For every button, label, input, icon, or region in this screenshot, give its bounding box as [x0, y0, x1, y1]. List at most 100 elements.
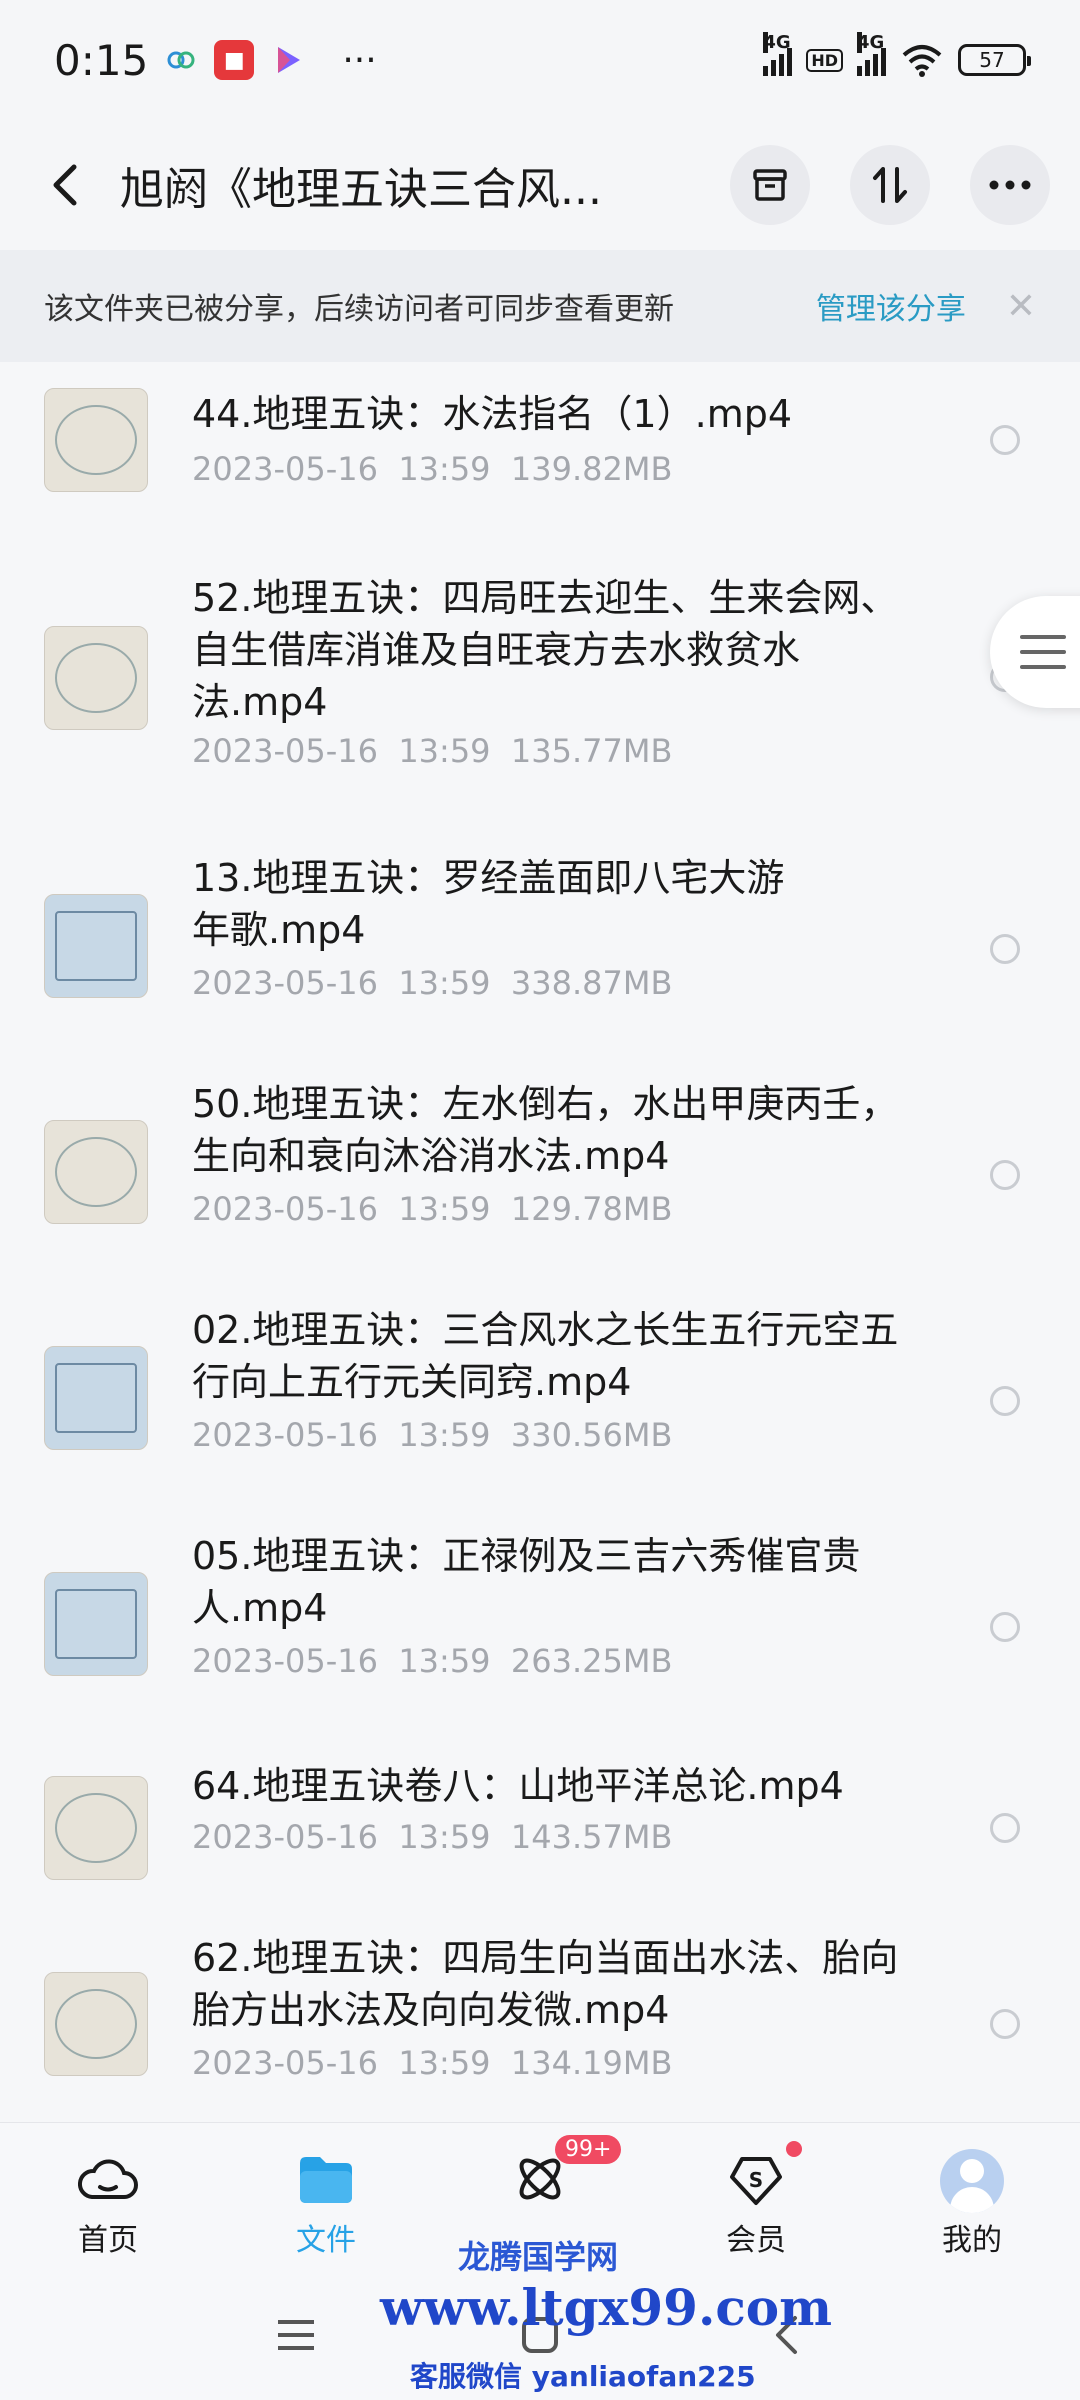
- play-app-icon: [278, 47, 301, 73]
- file-meta: 2023-05-16 13:59 263.25MB: [192, 1642, 672, 1680]
- more-button[interactable]: [970, 145, 1050, 225]
- file-name: 62.地理五诀：四局生向当面出水法、胎向胎方出水法及向向发微.mp4: [192, 1936, 899, 2032]
- file-time: 13:59: [398, 1818, 491, 1856]
- file-date: 2023-05-16: [192, 1818, 378, 1856]
- select-radio[interactable]: [990, 1612, 1020, 1642]
- nav-files-label: 文件: [296, 2223, 356, 2258]
- list-item[interactable]: 44.地理五诀：水法指名（1）.mp4 2023-05-16 13:59 139…: [0, 362, 1080, 522]
- select-radio[interactable]: [990, 2009, 1020, 2039]
- list-item[interactable]: 52.地理五诀：四局旺去迎生、生来会网、自生借库消谁及自旺衰方去水救贫水法.mp…: [0, 562, 1080, 822]
- file-time: 13:59: [398, 1642, 491, 1680]
- hd-icon: HD: [806, 48, 843, 72]
- file-date: 2023-05-16: [192, 732, 378, 770]
- share-banner: 该文件夹已被分享，后续访问者可同步查看更新 管理该分享 ✕: [0, 250, 1080, 362]
- cloud-icon: [78, 2159, 138, 2199]
- battery-icon: 57: [958, 44, 1031, 76]
- nav-member-label: 会员: [726, 2223, 786, 2258]
- list-item[interactable]: 13.地理五诀：罗经盖面即八宅大游年歌.mp4 2023-05-16 13:59…: [0, 852, 1080, 1052]
- video-thumbnail: [44, 894, 148, 998]
- file-size: 263.25MB: [510, 1642, 673, 1680]
- file-name: 02.地理五诀：三合风水之长生五行元空五行向上五行元关同窍.mp4: [192, 1308, 899, 1404]
- video-thumbnail: [44, 626, 148, 730]
- nav-mine-label: 我的: [942, 2223, 1002, 2258]
- select-radio[interactable]: [990, 425, 1020, 455]
- file-size: 330.56MB: [510, 1416, 673, 1454]
- file-name: 44.地理五诀：水法指名（1）.mp4: [192, 392, 793, 436]
- file-time: 13:59: [398, 1416, 491, 1454]
- file-meta: 2023-05-16 13:59 338.87MB: [192, 964, 672, 1002]
- list-item[interactable]: 62.地理五诀：四局生向当面出水法、胎向胎方出水法及向向发微.mp4 2023-…: [0, 1932, 1080, 2122]
- back-button[interactable]: [40, 160, 90, 210]
- status-app-icons: ■ ···: [164, 39, 377, 81]
- sort-button[interactable]: [850, 145, 930, 225]
- nav-home-label: 首页: [78, 2223, 138, 2258]
- file-time: 13:59: [398, 2044, 491, 2082]
- file-meta: 2023-05-16 13:59 135.77MB: [192, 732, 672, 770]
- file-size: 135.77MB: [510, 732, 673, 770]
- nav-mine[interactable]: 我的: [892, 2123, 1052, 2271]
- select-radio[interactable]: [990, 934, 1020, 964]
- header: 旭阏《地理五诀三合风...: [0, 120, 1080, 250]
- select-radio[interactable]: [990, 1386, 1020, 1416]
- close-icon[interactable]: ✕: [1006, 286, 1036, 327]
- file-time: 13:59: [398, 1190, 491, 1228]
- manage-share-link[interactable]: 管理该分享: [816, 284, 966, 328]
- status-time: 0:15: [54, 35, 149, 85]
- file-time: 13:59: [398, 450, 491, 488]
- avatar: [940, 2149, 1004, 2213]
- share-badge: 99+: [555, 2135, 622, 2164]
- shop-app-icon: ■: [214, 40, 255, 80]
- svg-text:S: S: [749, 2168, 763, 2192]
- member-dot: [786, 2141, 802, 2157]
- page-title: 旭阏《地理五诀三合风...: [120, 164, 602, 215]
- video-thumbnail: [44, 1120, 148, 1224]
- network-type-1: 4G: [763, 32, 791, 53]
- wifi-icon: [902, 45, 942, 77]
- file-meta: 2023-05-16 13:59 143.57MB: [192, 1818, 672, 1856]
- list-item[interactable]: 05.地理五诀：正禄例及三吉六秀催官贵人.mp4 2023-05-16 13:5…: [0, 1530, 1080, 1730]
- share-banner-text: 该文件夹已被分享，后续访问者可同步查看更新: [44, 292, 674, 327]
- file-name: 52.地理五诀：四局旺去迎生、生来会网、自生借库消谁及自旺衰方去水救贫水法.mp…: [192, 576, 899, 724]
- file-time: 13:59: [398, 964, 491, 1002]
- member-diamond-icon: S: [730, 2157, 782, 2205]
- video-thumbnail: [44, 1972, 148, 2076]
- status-bar: 0:15 ■ ··· 4G HD 4G 57: [0, 0, 1080, 120]
- file-list: 44.地理五诀：水法指名（1）.mp4 2023-05-16 13:59 139…: [0, 362, 1080, 2122]
- nav-files[interactable]: 文件: [246, 2123, 406, 2271]
- nav-home[interactable]: 首页: [28, 2123, 188, 2271]
- archive-button[interactable]: [730, 145, 810, 225]
- file-name: 50.地理五诀：左水倒右，水出甲庚丙壬，生向和衰向沐浴消水法.mp4: [192, 1082, 899, 1178]
- file-name: 13.地理五诀：罗经盖面即八宅大游年歌.mp4: [192, 856, 785, 952]
- signal-icon-2: 4G: [857, 32, 886, 76]
- file-date: 2023-05-16: [192, 1642, 378, 1680]
- video-thumbnail: [44, 388, 148, 492]
- file-date: 2023-05-16: [192, 1416, 378, 1454]
- file-time: 13:59: [398, 732, 491, 770]
- select-radio[interactable]: [990, 1813, 1020, 1843]
- video-thumbnail: [44, 1346, 148, 1450]
- nav-member[interactable]: S 会员: [676, 2123, 836, 2271]
- file-date: 2023-05-16: [192, 964, 378, 1002]
- video-thumbnail: [44, 1776, 148, 1880]
- file-date: 2023-05-16: [192, 450, 378, 488]
- chevron-left-icon: [53, 164, 77, 206]
- file-meta: 2023-05-16 13:59 139.82MB: [192, 450, 672, 488]
- more-notifications-icon: ···: [342, 39, 377, 81]
- network-type-2: 4G: [857, 32, 885, 53]
- cloud-app-icon: [167, 51, 195, 69]
- video-thumbnail: [44, 1572, 148, 1676]
- file-date: 2023-05-16: [192, 2044, 378, 2082]
- archive-icon: [753, 169, 787, 201]
- list-item[interactable]: 50.地理五诀：左水倒右，水出甲庚丙壬，生向和衰向沐浴消水法.mp4 2023-…: [0, 1078, 1080, 1278]
- menu-button[interactable]: [266, 2310, 326, 2360]
- list-item[interactable]: 64.地理五诀卷八：山地平洋总论.mp4 2023-05-16 13:59 14…: [0, 1756, 1080, 1906]
- list-item[interactable]: 02.地理五诀：三合风水之长生五行元空五行向上五行元关同窍.mp4 2023-0…: [0, 1304, 1080, 1504]
- watermark-title: 龙腾国学网: [458, 2238, 619, 2276]
- file-meta: 2023-05-16 13:59 134.19MB: [192, 2044, 672, 2082]
- file-size: 139.82MB: [510, 450, 673, 488]
- file-meta: 2023-05-16 13:59 129.78MB: [192, 1190, 672, 1228]
- select-radio[interactable]: [990, 1160, 1020, 1190]
- more-icon: [989, 180, 1031, 190]
- file-size: 129.78MB: [510, 1190, 673, 1228]
- file-name: 64.地理五诀卷八：山地平洋总论.mp4: [192, 1764, 844, 1808]
